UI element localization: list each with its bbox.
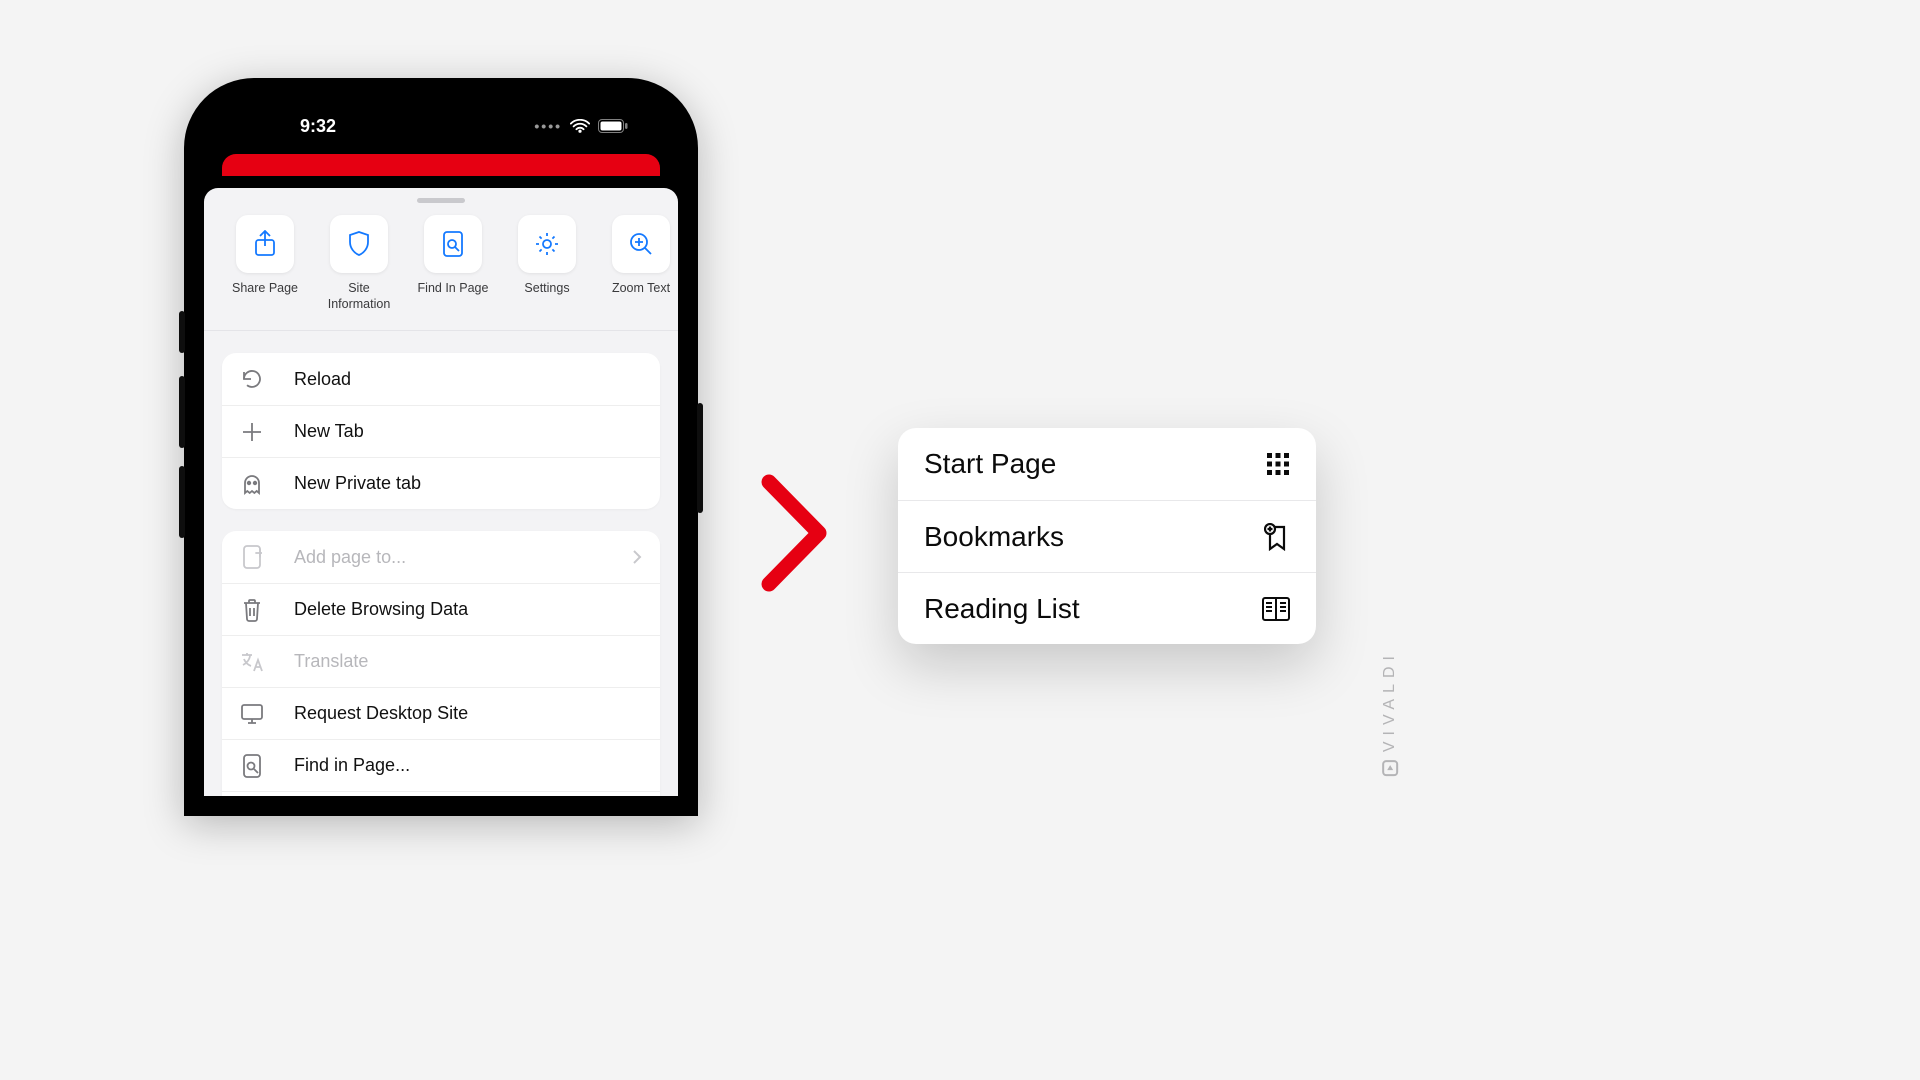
status-bar: 9:32 ••••	[204, 98, 678, 154]
cell-dots-icon: ••••	[534, 118, 562, 134]
watermark-text: VIVALDI	[1381, 650, 1399, 752]
gear-icon	[534, 231, 560, 257]
shield-icon	[348, 231, 370, 257]
menu-item-label: Translate	[294, 651, 368, 672]
quick-action-label: Share Page	[232, 281, 298, 297]
grid-icon	[1266, 452, 1290, 476]
menu-group-1: Reload New Tab New Private tab	[222, 353, 660, 509]
menu-item-label: New Tab	[294, 421, 364, 442]
phone-screen: 9:32 ••••	[204, 98, 678, 796]
battery-icon	[598, 119, 628, 133]
bookmark-add-icon	[1264, 523, 1290, 551]
zoom-in-icon	[628, 231, 654, 257]
menu-item-label: Add page to...	[294, 547, 406, 568]
sheet-grabber[interactable]	[417, 198, 465, 203]
quick-actions-row: Share Page Site Information	[204, 209, 678, 331]
reload-icon	[240, 368, 264, 390]
popover-bookmarks[interactable]: Bookmarks	[898, 500, 1316, 572]
menu-translate[interactable]: Translate	[222, 635, 660, 687]
desktop-icon	[240, 703, 264, 725]
popover-item-label: Bookmarks	[924, 521, 1064, 553]
quick-action-label: Settings	[524, 281, 569, 297]
quick-action-zoom-text[interactable]: Zoom Text	[598, 215, 678, 312]
quick-action-site-information[interactable]: Site Information	[316, 215, 402, 312]
menu-reload[interactable]: Reload	[222, 353, 660, 405]
page-search-icon	[442, 231, 464, 257]
quick-action-find-in-page[interactable]: Find In Page	[410, 215, 496, 312]
menu-item-label: Request Desktop Site	[294, 703, 468, 724]
ghost-icon	[240, 473, 264, 495]
vivaldi-logo-icon	[1382, 760, 1398, 776]
arrow-right-icon	[755, 468, 833, 598]
popover-start-page[interactable]: Start Page	[898, 428, 1316, 500]
page-search-icon	[240, 754, 264, 778]
trash-icon	[240, 598, 264, 622]
phone-frame: 9:32 ••••	[184, 78, 698, 816]
quick-action-share-page[interactable]: Share Page	[222, 215, 308, 312]
menu-find-in-page[interactable]: Find in Page...	[222, 739, 660, 791]
menu-new-private-tab[interactable]: New Private tab	[222, 457, 660, 509]
vivaldi-watermark: VIVALDI	[1381, 650, 1399, 776]
tab-strip	[222, 154, 660, 176]
status-time: 9:32	[300, 116, 336, 137]
menu-request-desktop-site[interactable]: Request Desktop Site	[222, 687, 660, 739]
quick-action-label: Find In Page	[418, 281, 489, 297]
add-page-to-popover: Start Page Bookmarks Reading List	[898, 428, 1316, 644]
chevron-right-icon	[632, 549, 642, 565]
plus-icon	[240, 421, 264, 443]
share-icon	[253, 230, 277, 258]
popover-reading-list[interactable]: Reading List	[898, 572, 1316, 644]
action-sheet: Share Page Site Information	[204, 188, 678, 796]
menu-item-label: Reload	[294, 369, 351, 390]
menu-zoom-text[interactable]: Zoom Text...	[222, 791, 660, 796]
quick-action-label: Zoom Text	[612, 281, 670, 297]
menu-delete-browsing-data[interactable]: Delete Browsing Data	[222, 583, 660, 635]
menu-add-page-to[interactable]: Add page to...	[222, 531, 660, 583]
menu-item-label: Find in Page...	[294, 755, 410, 776]
add-page-icon	[240, 545, 264, 569]
menu-group-2: Add page to... Delete Browsing Data	[222, 531, 660, 796]
menu-new-tab[interactable]: New Tab	[222, 405, 660, 457]
translate-icon	[240, 651, 264, 673]
menu-item-label: Delete Browsing Data	[294, 599, 468, 620]
popover-item-label: Start Page	[924, 448, 1056, 480]
popover-item-label: Reading List	[924, 593, 1080, 625]
wifi-icon	[570, 119, 590, 134]
quick-action-settings[interactable]: Settings	[504, 215, 590, 312]
reading-list-icon	[1262, 597, 1290, 621]
quick-action-label: Site Information	[316, 281, 402, 312]
menu-item-label: New Private tab	[294, 473, 421, 494]
